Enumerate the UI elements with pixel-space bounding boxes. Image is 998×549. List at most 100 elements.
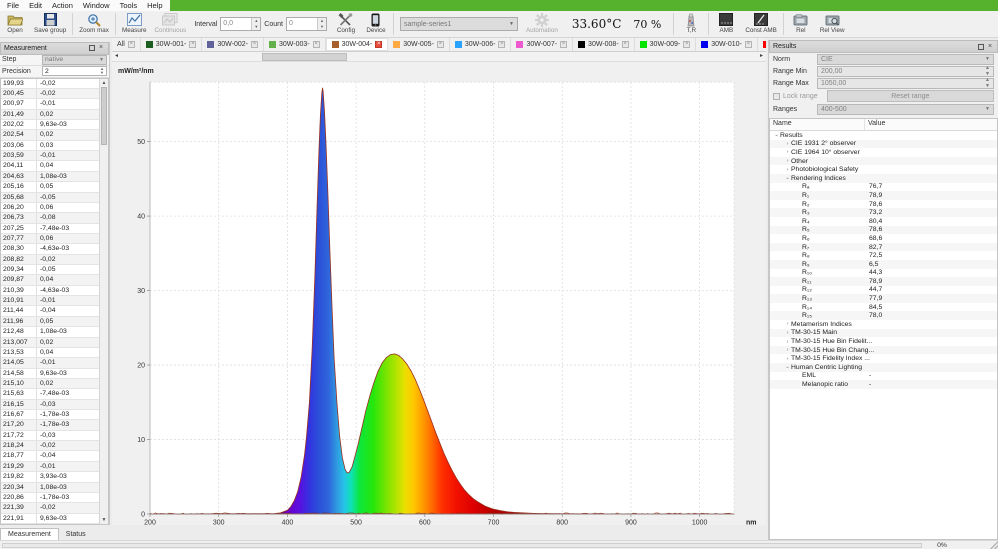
measurement-row[interactable]: 215,100,02	[1, 379, 99, 389]
spinner-down-icon[interactable]: ▼	[252, 24, 260, 30]
checkbox-x-icon[interactable]: ×	[189, 41, 196, 48]
checkbox-x-icon[interactable]: ×	[313, 41, 320, 48]
measurement-row[interactable]: 216,15-0,03	[1, 400, 99, 410]
tree-row[interactable]: R₇82,7	[770, 243, 997, 252]
measurement-row[interactable]: 209,34-0,05	[1, 265, 99, 275]
tree-expand-icon[interactable]: ›	[784, 356, 791, 362]
measurement-row[interactable]: 212,481,08e-03	[1, 327, 99, 337]
tree-row[interactable]: ›TM-30-15 Hue Bin Fidelit...	[770, 337, 997, 346]
series-tab[interactable]: 30W-005-×	[388, 38, 450, 51]
tree-row[interactable]: R₁78,9	[770, 191, 997, 200]
measurement-row[interactable]: 206,73-0,08	[1, 213, 99, 223]
scrollbar-thumb[interactable]	[101, 87, 107, 145]
series-select[interactable]: sample-series1 ▼	[400, 17, 518, 31]
menu-edit[interactable]: Edit	[24, 0, 47, 11]
lock-range-checkbox[interactable]	[773, 93, 780, 100]
menu-window[interactable]: Window	[78, 0, 115, 11]
tab-status[interactable]: Status	[59, 529, 93, 540]
measurement-row[interactable]: 209,870,04	[1, 275, 99, 285]
checkbox-x-icon[interactable]: ×	[745, 41, 752, 48]
count-spinbox[interactable]: 0 ▲▼	[286, 17, 327, 31]
tree-expand-icon[interactable]: ›	[784, 339, 791, 345]
open-button[interactable]: Open	[0, 11, 30, 37]
spinner-down-icon[interactable]: ▼	[100, 71, 104, 75]
tree-row[interactable]: ›TM-30-15 Hue Bin Chang...	[770, 346, 997, 355]
tree-expand-icon[interactable]: ›	[784, 321, 791, 327]
measurement-row[interactable]: 221,39-0,02	[1, 503, 99, 513]
continuous-button[interactable]: Continuous	[150, 11, 190, 37]
interval-spinbox[interactable]: 0,0 ▲▼	[220, 17, 261, 31]
measurement-row[interactable]: 214,05-0,01	[1, 358, 99, 368]
tree-row[interactable]: R₁₄84,5	[770, 303, 997, 312]
float-window-icon[interactable]	[89, 45, 95, 51]
tree-row[interactable]: EML-	[770, 372, 997, 381]
resize-grip-icon[interactable]	[990, 541, 998, 549]
tree-row[interactable]: ›CIE 1964 10° observer	[770, 148, 997, 157]
scroll-left-icon[interactable]: ◂	[112, 52, 121, 61]
series-tab[interactable]: 30W-0×	[758, 38, 766, 51]
rel-view-button[interactable]: Rel View	[816, 11, 849, 37]
measurement-row[interactable]: 211,44-0,04	[1, 306, 99, 316]
tree-row[interactable]: ›TM-30-15 Main	[770, 329, 997, 338]
tree-collapse-icon[interactable]: ⌄	[784, 175, 791, 181]
measurement-row[interactable]: 214,589,63e-03	[1, 369, 99, 379]
measurement-row[interactable]: 201,490,02	[1, 110, 99, 120]
tree-row[interactable]: R₆68,6	[770, 234, 997, 243]
tree-row[interactable]: ⌄Human Centric Lighting	[770, 363, 997, 372]
measurement-row[interactable]: 216,67-1,78e-03	[1, 410, 99, 420]
device-button[interactable]: Device	[361, 11, 391, 37]
measurement-row[interactable]: 200,45-0,02	[1, 89, 99, 99]
amb-button[interactable]: AMB	[711, 11, 741, 37]
measurement-row[interactable]: 204,110,04	[1, 161, 99, 171]
tree-row[interactable]: R₉6,5	[770, 260, 997, 269]
measurement-row[interactable]: 220,341,08e-03	[1, 483, 99, 493]
spinner-icons[interactable]: ▲▼	[985, 77, 990, 89]
checkbox-x-icon[interactable]: ×	[437, 41, 444, 48]
rel-button[interactable]: Rel	[786, 11, 816, 37]
close-icon[interactable]: ×	[97, 44, 105, 52]
automation-button[interactable]: Automation	[522, 11, 562, 37]
const-amb-button[interactable]: Const AMB	[741, 11, 781, 37]
tree-row[interactable]: ›TM-30-15 Fidelity Index ...	[770, 354, 997, 363]
checkbox-x-icon[interactable]: ×	[683, 41, 690, 48]
checkbox-x-icon[interactable]: ×	[622, 41, 629, 48]
tree-collapse-icon[interactable]: ⌄	[773, 132, 780, 138]
tree-row[interactable]: R₄80,4	[770, 217, 997, 226]
series-tab[interactable]: 30W-006-×	[450, 38, 512, 51]
series-tab[interactable]: 30W-010-×	[696, 38, 758, 51]
measurement-row[interactable]: 204,631,08e-03	[1, 172, 99, 182]
tree-row[interactable]: R₁₀44,3	[770, 269, 997, 278]
tree-row[interactable]: ›CIE 1931 2° observer	[770, 140, 997, 149]
reset-range-button[interactable]: Reset range	[827, 90, 994, 102]
tree-row[interactable]: R₅78,6	[770, 226, 997, 235]
scroll-right-icon[interactable]: ▸	[757, 52, 766, 61]
series-tab[interactable]: 30W-003-×	[264, 38, 326, 51]
measurement-row[interactable]: 208,30-4,63e-03	[1, 244, 99, 254]
measurement-row[interactable]: 202,540,02	[1, 130, 99, 140]
tree-row[interactable]: R₂78,6	[770, 200, 997, 209]
measurement-row[interactable]: 213,530,04	[1, 348, 99, 358]
series-tab-all[interactable]: All ×	[112, 38, 141, 51]
tree-row[interactable]: R₁₂44,7	[770, 286, 997, 295]
tree-row[interactable]: ⌄Rendering Indices	[770, 174, 997, 183]
tab-measurement[interactable]: Measurement	[0, 528, 59, 540]
measurement-row[interactable]: 208,82-0,02	[1, 255, 99, 265]
tree-expand-icon[interactable]: ›	[784, 158, 791, 164]
chart-horizontal-scrollbar[interactable]: ◂ ▸	[112, 52, 766, 62]
tree-row[interactable]: R₃73,2	[770, 208, 997, 217]
tree-row[interactable]: ⌄Results	[770, 131, 997, 140]
measurement-row[interactable]: 202,029,63e-03	[1, 120, 99, 130]
menu-action[interactable]: Action	[47, 0, 78, 11]
measurement-row[interactable]: 219,823,93e-03	[1, 472, 99, 482]
menu-file[interactable]: File	[2, 0, 24, 11]
tree-row[interactable]: ›Other	[770, 157, 997, 166]
tr-button[interactable]: T,R	[676, 11, 706, 37]
measurement-row[interactable]: 213,0070,02	[1, 338, 99, 348]
measurement-row[interactable]: 207,25-7,48e-03	[1, 224, 99, 234]
column-header-value[interactable]: Value	[865, 119, 888, 130]
measurement-scrollbar[interactable]: ▲ ▼	[99, 79, 108, 524]
measurement-row[interactable]: 221,919,63e-03	[1, 514, 99, 524]
tree-expand-icon[interactable]: ›	[784, 141, 791, 147]
measurement-row[interactable]: 203,060,03	[1, 141, 99, 151]
measurement-row[interactable]: 206,200,06	[1, 203, 99, 213]
